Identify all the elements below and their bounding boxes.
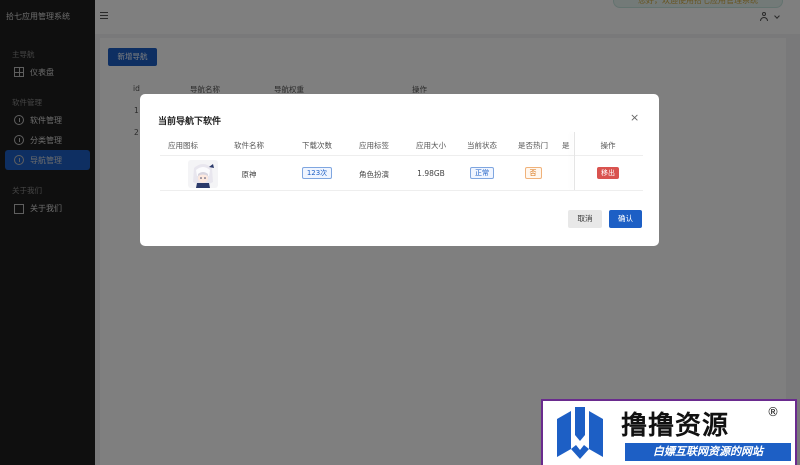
- software-modal: 当前导航下软件 × 应用图标 软件名称 下载次数 应用标签 应用大小 当前状态 …: [140, 94, 659, 246]
- remove-button[interactable]: 移出: [597, 167, 619, 179]
- modal-title: 当前导航下软件: [158, 117, 222, 127]
- status-badge: 正常: [470, 167, 494, 179]
- column-header-icon: 应用图标: [168, 141, 198, 150]
- registered-mark: ®: [767, 405, 779, 419]
- watermark-logo-icon: [557, 407, 603, 459]
- close-icon[interactable]: ×: [630, 112, 639, 123]
- column-header-truncated: 是: [562, 141, 570, 150]
- column-header-downloads: 下载次数: [302, 141, 332, 150]
- confirm-button[interactable]: 确认: [609, 210, 642, 228]
- action-cell: 移出: [578, 167, 638, 179]
- cancel-button[interactable]: 取消: [568, 210, 602, 228]
- hot-badge: 否: [524, 167, 542, 179]
- column-header-tag: 应用标签: [359, 141, 389, 150]
- column-header-actions: 操作: [600, 141, 616, 150]
- column-header-hot: 是否热门: [518, 141, 548, 150]
- software-table: 应用图标 软件名称 下载次数 应用标签 应用大小 当前状态 是否热门 是 操作 …: [160, 132, 643, 191]
- watermark-subtitle: 白嫖互联网资源的网站: [625, 443, 791, 461]
- fixed-column-divider: [574, 132, 575, 190]
- app-icon-image: [188, 160, 218, 188]
- header-divider: [160, 155, 643, 156]
- downloads-badge: 123次: [301, 167, 333, 179]
- hot-cell: 否: [503, 167, 563, 179]
- software-tag: 角色扮演: [359, 170, 389, 179]
- downloads-cell: 123次: [287, 167, 347, 179]
- row-divider: [160, 190, 643, 191]
- column-header-name: 软件名称: [234, 141, 264, 150]
- software-name: 原神: [241, 170, 257, 179]
- watermark-title: 撸撸资源: [621, 411, 730, 441]
- watermark-banner: 撸撸资源 ® 白嫖互联网资源的网站: [541, 399, 797, 465]
